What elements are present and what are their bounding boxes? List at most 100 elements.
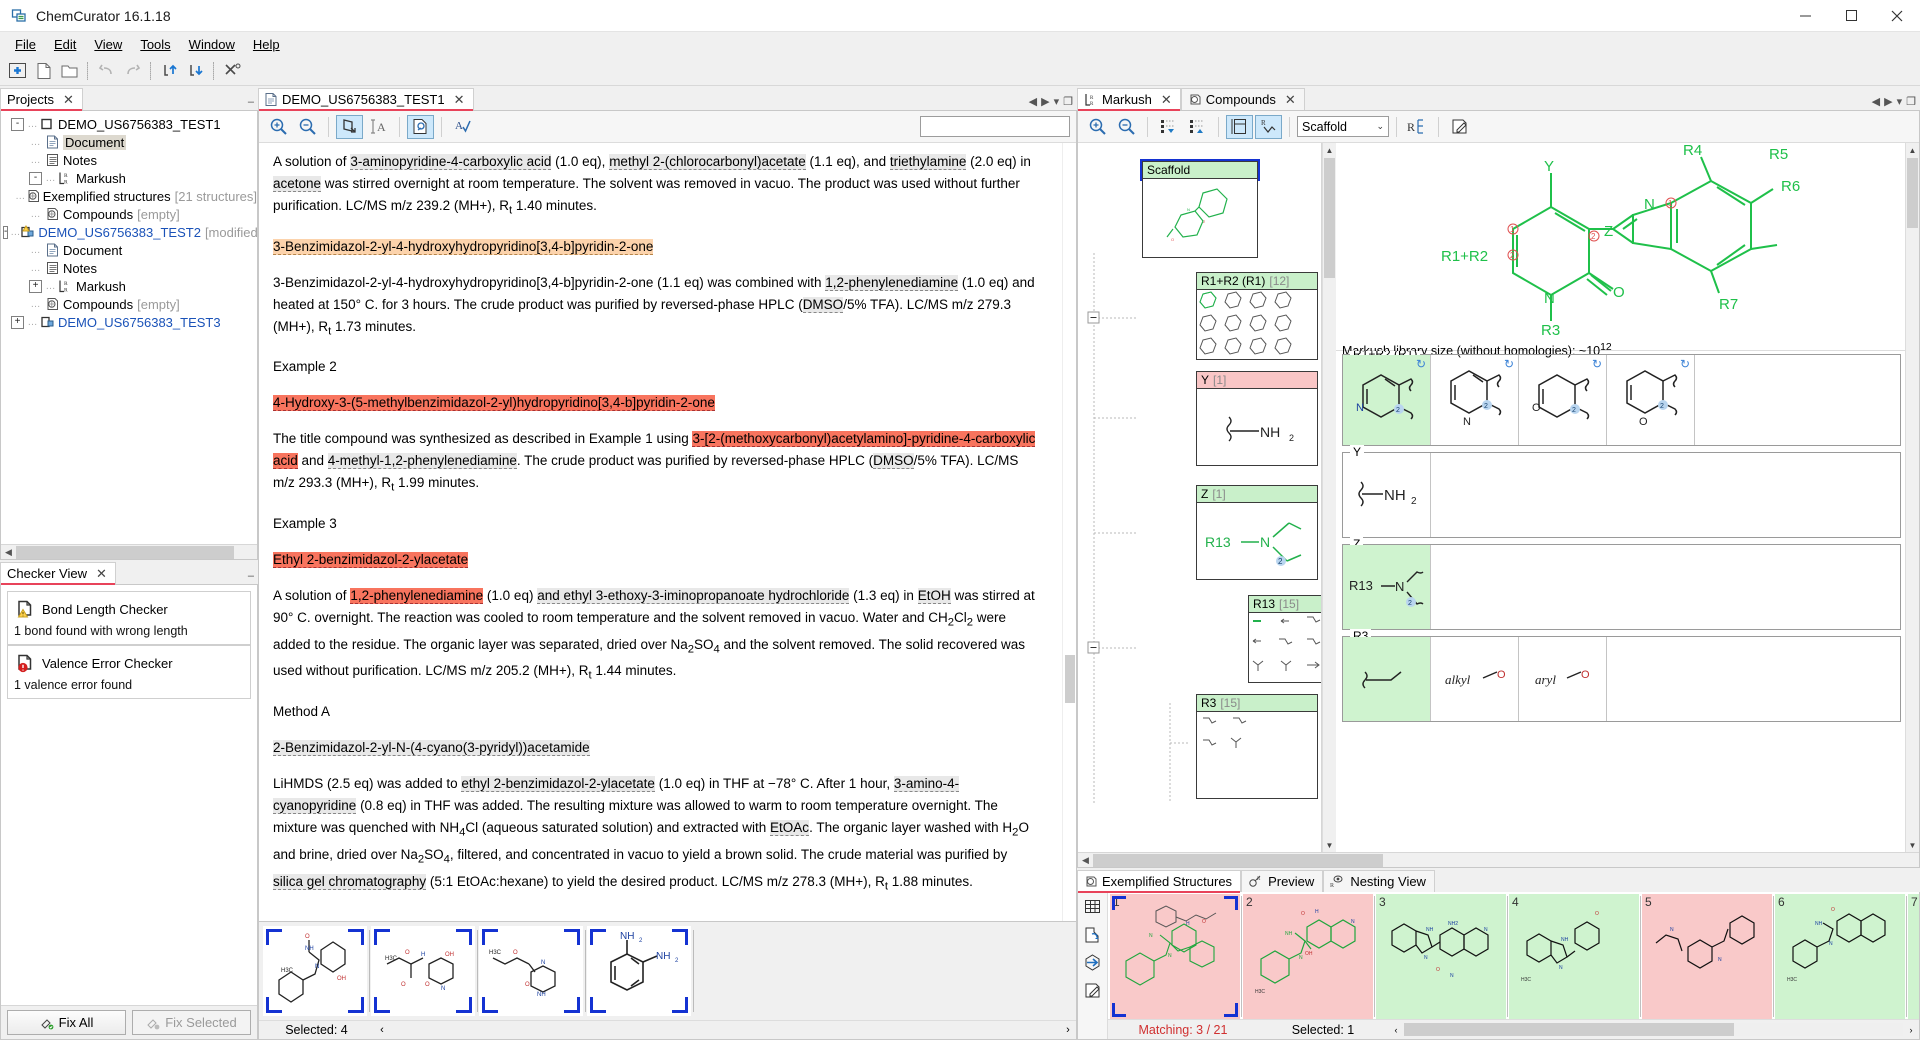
document-viewer[interactable]: A solution of 3-aminopyridine-4-carboxyl… <box>259 143 1076 921</box>
exemplified-cell-6[interactable]: 6NHNOH3C <box>1775 894 1905 1019</box>
import-structure-icon[interactable] <box>1083 953 1102 972</box>
rgroup-pyridine-a[interactable]: N2↻ <box>1343 355 1431 445</box>
tree-item-notes[interactable]: …Notes <box>3 259 257 277</box>
fix-all-button[interactable]: Fix All <box>7 1010 126 1035</box>
copy-structure-icon[interactable] <box>1083 925 1102 944</box>
redo-icon[interactable] <box>119 59 145 83</box>
minimize-panel-icon[interactable]: – <box>248 570 254 582</box>
rgroup-pyridine-b[interactable]: N2↻ <box>1431 355 1519 445</box>
scroll-up-icon[interactable]: ▲ <box>1906 143 1919 157</box>
select-text-icon[interactable]: A <box>365 115 392 139</box>
maximize-panel-icon[interactable]: ❐ <box>1906 95 1916 108</box>
annotated-entity[interactable]: 1,2-phenylenediamine <box>825 275 958 291</box>
edit-markush-icon[interactable] <box>1446 115 1473 139</box>
chevron-down-icon[interactable]: ⌄ <box>1376 121 1384 132</box>
close-icon[interactable]: ✕ <box>454 92 465 108</box>
annotated-entity[interactable]: 1,2-phenylenediamine <box>350 588 483 604</box>
exemplified-cell-5[interactable]: 5NN <box>1642 894 1772 1019</box>
new-project-icon[interactable] <box>4 59 30 83</box>
fix-selected-button[interactable]: Fix Selected <box>132 1010 251 1035</box>
tree-item-demo-us6756383-test3[interactable]: +…DEMO_US6756383_TEST3 <box>3 313 257 331</box>
exemplified-cell-7[interactable]: 7NH <box>1908 894 1919 1019</box>
close-icon[interactable]: ✕ <box>1285 92 1296 108</box>
annotated-entity[interactable]: DMSO <box>803 297 844 313</box>
tab-document[interactable]: DEMO_US6756383_TEST1 ✕ <box>258 88 474 110</box>
exemplified-cell-4[interactable]: 4NHNOH3C <box>1509 894 1639 1019</box>
annotated-entity[interactable]: 3-Benzimidazol-2-yl-4-hydroxyhydropyridi… <box>273 239 653 255</box>
scroll-right-icon[interactable]: › <box>1903 1025 1919 1035</box>
structure-thumbnails[interactable]: NHNOH3COHH3COOHOOHNH3COONNHNH2NH2 <box>259 922 1076 1020</box>
select-structure-icon[interactable] <box>336 115 363 139</box>
annotated-entity[interactable]: methyl 2-(chlorocarbonyl)acetate <box>609 154 806 170</box>
r3group-aryl[interactable]: arylO <box>1519 637 1607 721</box>
next-tab-icon[interactable]: ▶ <box>1884 95 1892 108</box>
markush-node-r13[interactable]: R13 [15] <box>1248 595 1322 683</box>
tree-item-compounds[interactable]: …Compounds[empty] <box>3 205 257 223</box>
close-button[interactable] <box>1874 0 1920 32</box>
menu-window[interactable]: Window <box>180 35 244 54</box>
import-icon[interactable] <box>156 59 182 83</box>
markush-node-y[interactable]: Y [1] NH 2 <box>1196 371 1318 466</box>
scroll-down-icon[interactable]: ▼ <box>1323 838 1336 852</box>
open-folder-icon[interactable] <box>56 59 82 83</box>
markush-node-r3[interactable]: R3 [15] <box>1196 694 1318 799</box>
rgroup-pyran-b[interactable]: O2↻ <box>1607 355 1695 445</box>
grid-view-icon[interactable] <box>1083 897 1102 916</box>
checker-list[interactable]: Bond Length Checker1 bond found with wro… <box>1 585 257 1005</box>
document-vscrollbar[interactable] <box>1062 143 1076 921</box>
undo-icon[interactable] <box>93 59 119 83</box>
structure-thumb-1[interactable]: NHNOH3COH <box>263 926 367 1016</box>
show-boxes-icon[interactable] <box>1226 115 1253 139</box>
tree-expander[interactable]: - <box>11 118 24 131</box>
scrollbar-thumb[interactable] <box>1907 158 1918 228</box>
collapse-all-icon[interactable] <box>1155 115 1182 139</box>
tree-expander[interactable]: + <box>29 280 42 293</box>
scroll-left-icon[interactable]: ◀ <box>1078 855 1093 866</box>
show-structure-icon[interactable]: R <box>1255 115 1282 139</box>
document-text[interactable]: A solution of 3-aminopyridine-4-carboxyl… <box>259 143 1062 921</box>
annotated-entity[interactable]: EtOH <box>918 588 951 604</box>
scrollbar-thumb[interactable] <box>1093 854 1383 867</box>
menu-help[interactable]: Help <box>244 35 289 54</box>
tab-projects[interactable]: Projects ✕ <box>0 88 83 110</box>
exemplified-cell-3[interactable]: 3NHNNH2ONN <box>1376 894 1506 1019</box>
annotated-entity[interactable]: 4-methyl-1,2-phenylenediamine <box>328 453 517 469</box>
rotate-icon[interactable]: ↻ <box>1592 357 1602 371</box>
annotated-entity[interactable]: triethylamine <box>890 154 967 170</box>
scroll-up-icon[interactable]: ▲ <box>1323 143 1336 157</box>
maximize-panel-icon[interactable]: ❐ <box>1063 95 1073 108</box>
tree-expander[interactable]: + <box>11 316 24 329</box>
prev-tab-icon[interactable]: ◀ <box>1029 95 1037 108</box>
exemplified-cell-1[interactable]: 1NNOH <box>1110 894 1240 1019</box>
annotated-entity[interactable]: 4-Hydroxy-3-(5-methylbenzimidazol-2-yl)h… <box>273 395 715 411</box>
r3group-alkyl[interactable]: alkylO <box>1431 637 1519 721</box>
r3group-1[interactable] <box>1343 637 1431 721</box>
rotate-icon[interactable]: ↻ <box>1504 357 1514 371</box>
scroll-left-icon[interactable]: ‹ <box>374 1024 390 1036</box>
menu-view[interactable]: View <box>85 35 131 54</box>
tools-icon[interactable] <box>219 59 245 83</box>
scrollbar-thumb[interactable] <box>1065 655 1075 703</box>
markush-group-tree[interactable]: Scaffold N <box>1078 143 1322 852</box>
rgroup-pyran-a[interactable]: O2↻ <box>1519 355 1607 445</box>
close-icon[interactable]: ✕ <box>96 566 107 582</box>
markush-detail-vscrollbar[interactable]: ▲ ▼ <box>1905 143 1919 852</box>
spellcheck-icon[interactable]: A <box>449 115 476 139</box>
tree-item-demo-us6756383-test1[interactable]: -…DEMO_US6756383_TEST1 <box>3 115 257 133</box>
annotated-entity[interactable]: 3-aminopyridine-4-carboxylic acid <box>350 154 551 170</box>
edit-structure-icon[interactable] <box>1083 981 1102 1000</box>
checker-item[interactable]: Valence Error Checker1 valence error fou… <box>7 645 251 699</box>
tree-expander[interactable]: - <box>3 226 8 239</box>
tree-item-demo-us6756383-test2[interactable]: -…DEMO_US6756383_TEST2[modified] <box>3 223 257 241</box>
r-group-icon[interactable]: R <box>1404 115 1431 139</box>
structure-thumb-2[interactable]: H3COOHOOHN <box>371 926 475 1016</box>
projects-hscrollbar[interactable]: ◀ <box>1 544 257 559</box>
exemplified-hscrollbar[interactable] <box>1404 1023 1903 1036</box>
markush-hscrollbar[interactable]: ◀ <box>1078 852 1919 867</box>
close-icon[interactable]: ✕ <box>1161 92 1172 108</box>
tree-item-exemplified-structures[interactable]: …Exemplified structures[21 structures] <box>3 187 257 205</box>
annotated-entity[interactable]: acetone <box>273 176 321 192</box>
zoom-out-icon[interactable] <box>1113 115 1140 139</box>
maximize-button[interactable] <box>1828 0 1874 32</box>
scrollbar-thumb[interactable] <box>16 546 234 559</box>
